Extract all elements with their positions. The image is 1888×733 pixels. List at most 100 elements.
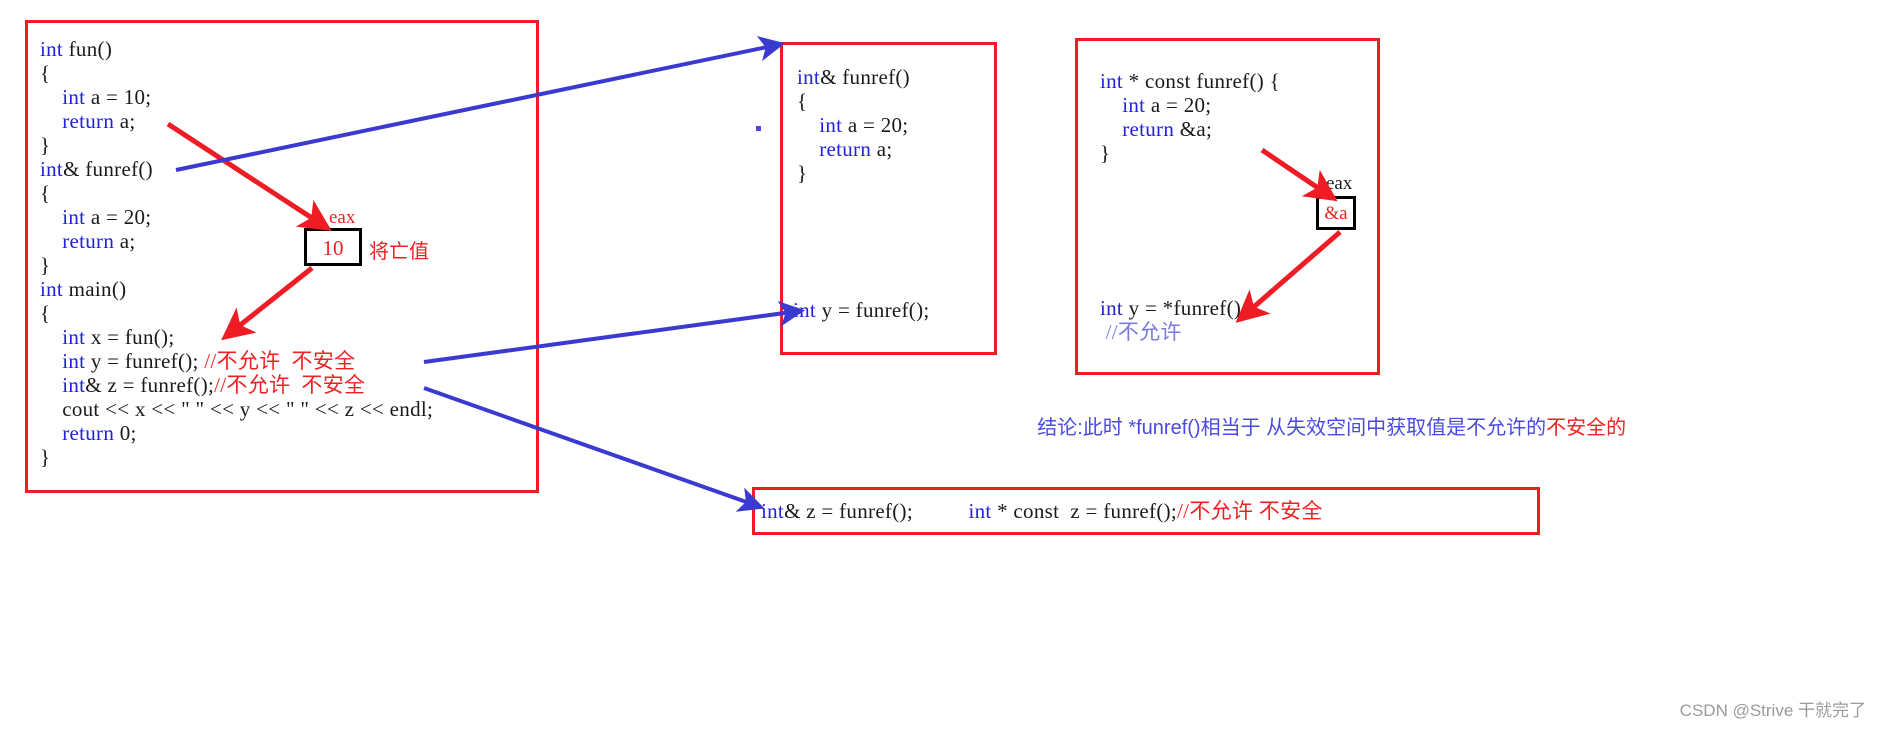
- code-text: a;: [114, 229, 136, 253]
- code-keyword: int: [797, 113, 843, 137]
- eax-register-label-right: eax: [1326, 173, 1353, 194]
- code-keyword: int: [40, 349, 86, 373]
- code-keyword: int: [761, 499, 785, 523]
- code-keyword: return: [40, 229, 115, 253]
- code-line: return a;: [40, 109, 135, 133]
- bottom-comparison-code: int& z = funref(); int * const z = funre…: [761, 499, 1323, 523]
- middle-code-listing-top: int& funref() { int a = 20; return a; }: [797, 65, 910, 185]
- code-keyword: int: [40, 205, 86, 229]
- code-text: y = *funref();: [1123, 296, 1248, 320]
- code-keyword: return: [1100, 117, 1175, 141]
- bottom-comparison-box: int& z = funref(); int * const z = funre…: [752, 487, 1540, 535]
- code-text: main(): [63, 277, 127, 301]
- code-line: {: [797, 89, 807, 113]
- code-keyword: return: [797, 137, 872, 161]
- code-text: }: [40, 133, 51, 157]
- right-code-listing-top: int * const funref() { int a = 20; retur…: [1100, 69, 1280, 165]
- code-comment: //不允许 不安全: [214, 373, 366, 397]
- code-line: }: [40, 253, 50, 277]
- code-keyword: int: [968, 499, 992, 523]
- right-code-listing-bottom: int y = *funref(); //不允许: [1100, 296, 1247, 344]
- code-comment: //不允许 不安全: [1177, 499, 1323, 523]
- middle-code-box: int& funref() { int a = 20; return a; } …: [780, 42, 997, 355]
- code-line: int * const funref() {: [1100, 69, 1280, 93]
- code-line: int a = 20;: [40, 205, 151, 229]
- code-keyword: int: [797, 65, 821, 89]
- code-text: {: [797, 89, 808, 113]
- code-text: }: [40, 445, 51, 469]
- left-code-box: int fun() { int a = 10; return a; } int&…: [25, 20, 539, 493]
- code-line: cout << x << " " << y << " " << z << end…: [40, 397, 433, 421]
- code-line: int a = 20;: [797, 113, 908, 137]
- eax-register-cell-right: &a: [1316, 196, 1356, 230]
- code-keyword: int: [1100, 69, 1124, 93]
- code-text: {: [40, 61, 51, 85]
- bottom-right-fragment: int * const z = funref();//不允许 不安全: [968, 499, 1322, 523]
- code-text: }: [40, 253, 51, 277]
- code-keyword: int: [40, 325, 86, 349]
- code-line: int y = funref();: [793, 298, 930, 322]
- code-text: & funref(): [63, 157, 153, 181]
- blue-dot-marker: [756, 126, 761, 131]
- code-text: 0;: [114, 421, 137, 445]
- code-text: a = 20;: [1145, 93, 1212, 117]
- code-line: {: [40, 301, 50, 325]
- code-line: int x = fun();: [40, 325, 175, 349]
- code-comment: //不允许 不安全: [204, 349, 356, 373]
- code-line: int fun(): [40, 37, 112, 61]
- code-line: }: [797, 161, 807, 185]
- code-text: & z = funref();: [85, 373, 215, 397]
- code-line: }: [40, 133, 50, 157]
- dying-value-label: 将亡值: [369, 241, 429, 263]
- conclusion-prefix: 结论:此时 *funref()相当于 从失效空间中获取值是不允许的: [1037, 417, 1547, 439]
- code-line: return a;: [797, 137, 892, 161]
- middle-code-listing-bottom: int y = funref();: [793, 298, 930, 322]
- code-text: a;: [871, 137, 893, 161]
- code-line: int a = 20;: [1100, 93, 1211, 117]
- code-keyword: int: [1100, 93, 1146, 117]
- code-line: {: [40, 181, 50, 205]
- code-keyword: int: [793, 298, 817, 322]
- code-text: fun(): [63, 37, 113, 61]
- code-text: y = funref();: [816, 298, 930, 322]
- code-text: * const z = funref();: [991, 499, 1178, 523]
- bottom-gap: [913, 499, 969, 523]
- code-line: int a = 10;: [40, 85, 151, 109]
- conclusion-text: 结论:此时 *funref()相当于 从失效空间中获取值是不允许的不安全的: [1015, 388, 1626, 463]
- code-text: x = fun();: [85, 325, 175, 349]
- code-text: a;: [114, 109, 136, 133]
- code-text: {: [40, 181, 51, 205]
- code-text: & funref(): [820, 65, 910, 89]
- code-line: int y = *funref();: [1100, 296, 1247, 320]
- code-line: return &a;: [1100, 117, 1212, 141]
- code-keyword: int: [40, 37, 64, 61]
- code-keyword: int: [1100, 296, 1124, 320]
- code-text: a = 20;: [842, 113, 909, 137]
- code-text: * const funref() {: [1123, 69, 1280, 93]
- code-keyword: int: [40, 373, 86, 397]
- csdn-watermark: CSDN @Strive 干就完了: [1679, 701, 1866, 720]
- code-text: y = funref();: [85, 349, 205, 373]
- code-text: a = 10;: [85, 85, 152, 109]
- code-comment: //不允许: [1105, 320, 1182, 344]
- code-text: {: [40, 301, 51, 325]
- code-line: int y = funref(); //不允许 不安全: [40, 349, 355, 373]
- eax-register-cell-left: 10: [304, 228, 362, 266]
- code-line: //不允许: [1100, 320, 1182, 344]
- code-line: }: [1100, 141, 1110, 165]
- eax-register-label-left: eax: [329, 207, 356, 228]
- code-line: int& z = funref();//不允许 不安全: [40, 373, 365, 397]
- code-text: }: [1100, 141, 1111, 165]
- conclusion-highlight: 不安全的: [1546, 417, 1627, 439]
- code-line: return 0;: [40, 421, 137, 445]
- code-line: return a;: [40, 229, 135, 253]
- code-line: }: [40, 445, 50, 469]
- code-keyword: int: [40, 157, 64, 181]
- code-text: cout << x << " " << y << " " << z << end…: [40, 397, 434, 421]
- code-text: &a;: [1174, 117, 1213, 141]
- code-line: int& funref(): [40, 157, 153, 181]
- code-keyword: return: [40, 421, 115, 445]
- diagram-canvas: int fun() { int a = 10; return a; } int&…: [0, 0, 1888, 733]
- code-text: }: [797, 161, 808, 185]
- code-keyword: return: [40, 109, 115, 133]
